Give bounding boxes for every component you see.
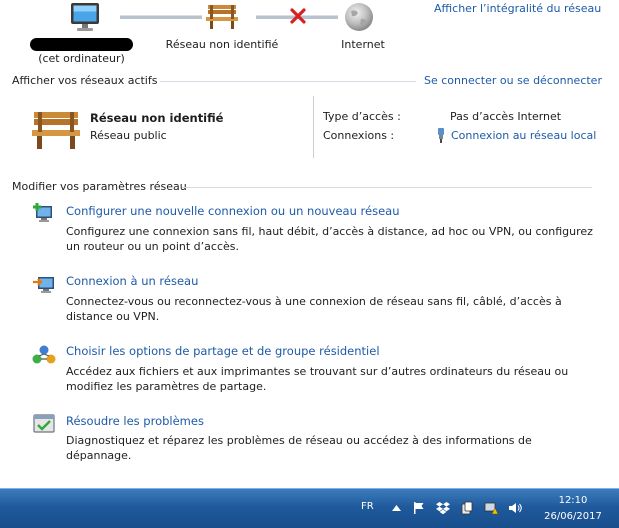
internet-globe-icon [345,3,373,31]
settings-heading: Modifier vos paramètres réseau [12,180,187,193]
public-network-bench-icon [32,112,80,149]
troubleshoot-icon [33,414,55,433]
action-center-flag-icon[interactable] [412,501,426,515]
settings-rule [182,187,592,188]
volume-icon[interactable] [508,501,522,515]
dropbox-icon[interactable] [436,501,450,515]
network-map: (cet ordinateur) Réseau non identifié In… [0,0,619,70]
network-warning-icon[interactable] [484,501,498,515]
access-type-label: Type d’accès : [323,110,401,123]
active-networks-heading: Afficher vos réseaux actifs [12,74,158,87]
disconnected-x-icon [290,8,306,24]
access-type-value: Pas d’accès Internet [450,110,562,123]
connect-disconnect-link[interactable]: Se connecter ou se déconnecter [424,74,602,87]
bench-network-icon [206,5,238,29]
show-full-map-link[interactable]: Afficher l’intégralité du réseau [434,2,601,15]
task-connect-network-desc: Connectez-vous ou reconnectez-vous à une… [66,295,562,323]
task-troubleshoot-link[interactable]: Résoudre les problèmes [66,414,204,428]
network-label: Réseau non identifié [165,38,279,51]
task-troubleshoot-desc: Diagnostiquez et réparez les problèmes d… [66,434,532,462]
clock-time[interactable]: 12:10 [548,495,598,506]
internet-label: Internet [341,38,385,51]
local-connection-link[interactable]: Connexion au réseau local [451,129,596,142]
network-type-link[interactable]: Réseau public [90,129,167,142]
connection-line [120,15,202,19]
new-connection-icon [33,203,52,222]
clock-date[interactable]: 26/06/2017 [540,511,606,522]
task-homegroup-link[interactable]: Choisir les options de partage et de gro… [66,344,380,358]
language-indicator[interactable]: FR [361,501,374,512]
ethernet-plug-icon [438,128,444,143]
active-networks-rule [160,81,416,82]
connections-label: Connexions : [323,129,395,142]
task-new-connection-link[interactable]: Configurer une nouvelle connexion ou un … [66,204,399,218]
device-tray-icon[interactable] [460,501,474,515]
computer-label: (cet ordinateur) [38,52,125,65]
connect-network-icon [33,277,54,293]
redacted-computer-name [30,38,133,51]
task-connect-network-link[interactable]: Connexion à un réseau [66,274,198,288]
homegroup-icon [32,345,56,364]
task-new-connection-desc: Configurez une connexion sans fil, haut … [66,225,593,253]
task-homegroup-desc: Accédez aux fichiers et aux imprimantes … [66,365,569,393]
show-hidden-icons-arrow-icon[interactable] [392,505,401,511]
taskbar: FR 12:10 26/06/2017 [0,488,619,528]
computer-icon [71,3,99,31]
active-network-name: Réseau non identifié [90,111,224,125]
active-network-divider [313,96,314,158]
